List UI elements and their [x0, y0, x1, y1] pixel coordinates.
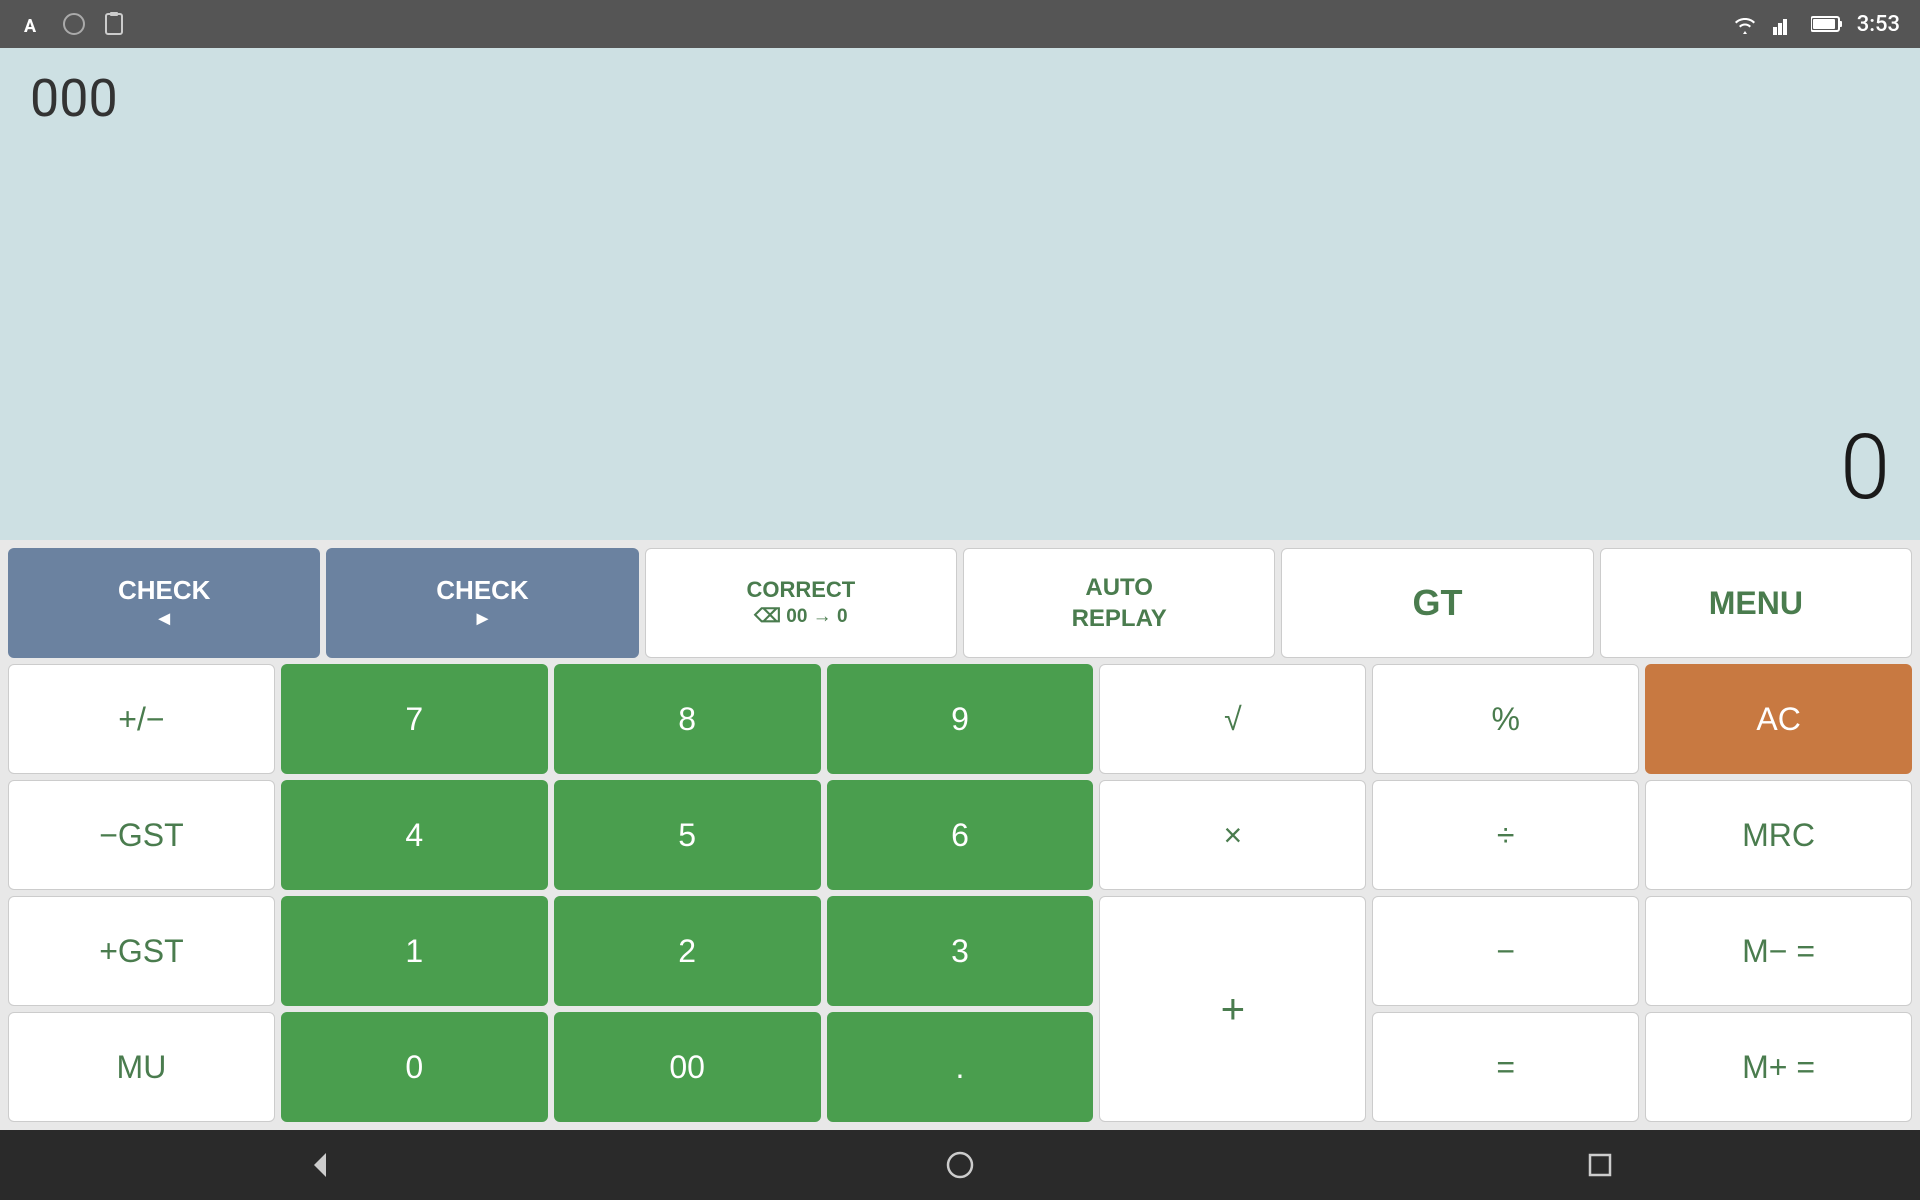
- 4-label: 4: [405, 817, 423, 854]
- display-area: 000 0: [0, 48, 1920, 540]
- equals-label: =: [1496, 1049, 1515, 1086]
- check-left-button[interactable]: CHECK ◄: [8, 548, 320, 658]
- 6-label: 6: [951, 817, 969, 854]
- svg-text:A: A: [24, 16, 37, 36]
- auto-replay-button[interactable]: AUTO REPLAY: [963, 548, 1275, 658]
- multiply-button[interactable]: ×: [1099, 780, 1366, 890]
- 0-button[interactable]: 0: [281, 1012, 548, 1122]
- 2-button[interactable]: 2: [554, 896, 821, 1006]
- 3-button[interactable]: 3: [827, 896, 1094, 1006]
- 3-label: 3: [951, 933, 969, 970]
- status-icons-left: A: [20, 10, 128, 38]
- 4-button[interactable]: 4: [281, 780, 548, 890]
- a-icon: A: [20, 10, 48, 38]
- gt-label: GT: [1412, 582, 1462, 624]
- auto-replay-line2: REPLAY: [1072, 603, 1167, 634]
- gt-button[interactable]: GT: [1281, 548, 1593, 658]
- correct-line1: CORRECT: [746, 576, 855, 605]
- ac-button[interactable]: AC: [1645, 664, 1912, 774]
- menu-button[interactable]: MENU: [1600, 548, 1912, 658]
- status-bar: A: [0, 0, 1920, 48]
- battery-icon: [1811, 15, 1843, 33]
- divide-button[interactable]: ÷: [1372, 780, 1639, 890]
- back-button[interactable]: [290, 1135, 350, 1195]
- m-plus-equals-button[interactable]: M+ =: [1645, 1012, 1912, 1122]
- correct-button[interactable]: CORRECT ⌫ 00 → 0: [645, 548, 957, 658]
- 7-button[interactable]: 7: [281, 664, 548, 774]
- 9-button[interactable]: 9: [827, 664, 1094, 774]
- mrc-button[interactable]: MRC: [1645, 780, 1912, 890]
- plus-gst-button[interactable]: +GST: [8, 896, 275, 1006]
- circle-icon: [60, 10, 88, 38]
- recents-button[interactable]: [1570, 1135, 1630, 1195]
- clipboard-icon: [100, 10, 128, 38]
- status-icons-right: 3:53: [1731, 12, 1900, 37]
- 1-label: 1: [405, 933, 423, 970]
- plus-minus-label: +/−: [118, 701, 164, 738]
- app-container: 000 0 CHECK ◄ CHECK ► CORRECT ⌫ 00 → 0 A…: [0, 48, 1920, 1130]
- plus-minus-button[interactable]: +/−: [8, 664, 275, 774]
- 00-button[interactable]: 00: [554, 1012, 821, 1122]
- mu-button[interactable]: MU: [8, 1012, 275, 1122]
- numpad: +/− 7 8 9 √ % AC −GST: [8, 664, 1912, 1122]
- divide-label: ÷: [1497, 817, 1515, 854]
- mu-label: MU: [117, 1049, 167, 1086]
- 8-label: 8: [678, 701, 696, 738]
- main-display: 0: [1840, 415, 1890, 520]
- menu-label: MENU: [1709, 585, 1803, 622]
- 5-label: 5: [678, 817, 696, 854]
- ac-label: AC: [1756, 701, 1800, 738]
- minus-gst-label: −GST: [99, 817, 183, 854]
- wifi-icon: [1731, 13, 1759, 35]
- 6-button[interactable]: 6: [827, 780, 1094, 890]
- check-left-arrow: ◄: [154, 608, 174, 631]
- check-right-button[interactable]: CHECK ►: [326, 548, 638, 658]
- percent-label: %: [1491, 701, 1519, 738]
- m-plus-equals-label: M+ =: [1742, 1049, 1815, 1086]
- plus-gst-label: +GST: [99, 933, 183, 970]
- plus-button[interactable]: +: [1099, 896, 1366, 1122]
- plus-label: +: [1221, 985, 1246, 1033]
- 9-label: 9: [951, 701, 969, 738]
- 8-button[interactable]: 8: [554, 664, 821, 774]
- auto-replay-line1: AUTO: [1085, 572, 1153, 603]
- 0-label: 0: [405, 1049, 423, 1086]
- check-right-arrow: ►: [473, 608, 493, 631]
- 1-button[interactable]: 1: [281, 896, 548, 1006]
- subtract-label: −: [1496, 933, 1515, 970]
- minus-gst-button[interactable]: −GST: [8, 780, 275, 890]
- home-button[interactable]: [930, 1135, 990, 1195]
- subtract-button[interactable]: −: [1372, 896, 1639, 1006]
- dot-button[interactable]: .: [827, 1012, 1094, 1122]
- button-area: CHECK ◄ CHECK ► CORRECT ⌫ 00 → 0 AUTO RE…: [0, 540, 1920, 1130]
- equals-button[interactable]: =: [1372, 1012, 1639, 1122]
- tape-display: 000: [30, 68, 1890, 130]
- check-left-label: CHECK: [118, 575, 210, 606]
- time-display: 3:53: [1857, 12, 1900, 37]
- percent-button[interactable]: %: [1372, 664, 1639, 774]
- m-minus-equals-label: M− =: [1742, 933, 1815, 970]
- signal-icon: [1773, 13, 1797, 35]
- 7-label: 7: [405, 701, 423, 738]
- 2-label: 2: [678, 933, 696, 970]
- multiply-label: ×: [1224, 817, 1243, 854]
- mrc-label: MRC: [1742, 817, 1815, 854]
- m-minus-equals-button[interactable]: M− =: [1645, 896, 1912, 1006]
- check-right-label: CHECK: [436, 575, 528, 606]
- 5-button[interactable]: 5: [554, 780, 821, 890]
- nav-bar: [0, 1130, 1920, 1200]
- function-row: CHECK ◄ CHECK ► CORRECT ⌫ 00 → 0 AUTO RE…: [8, 548, 1912, 658]
- sqrt-label: √: [1224, 701, 1242, 738]
- dot-label: .: [956, 1049, 965, 1086]
- sqrt-button[interactable]: √: [1099, 664, 1366, 774]
- 00-label: 00: [669, 1049, 705, 1086]
- correct-line2: ⌫ 00 → 0: [754, 605, 847, 630]
